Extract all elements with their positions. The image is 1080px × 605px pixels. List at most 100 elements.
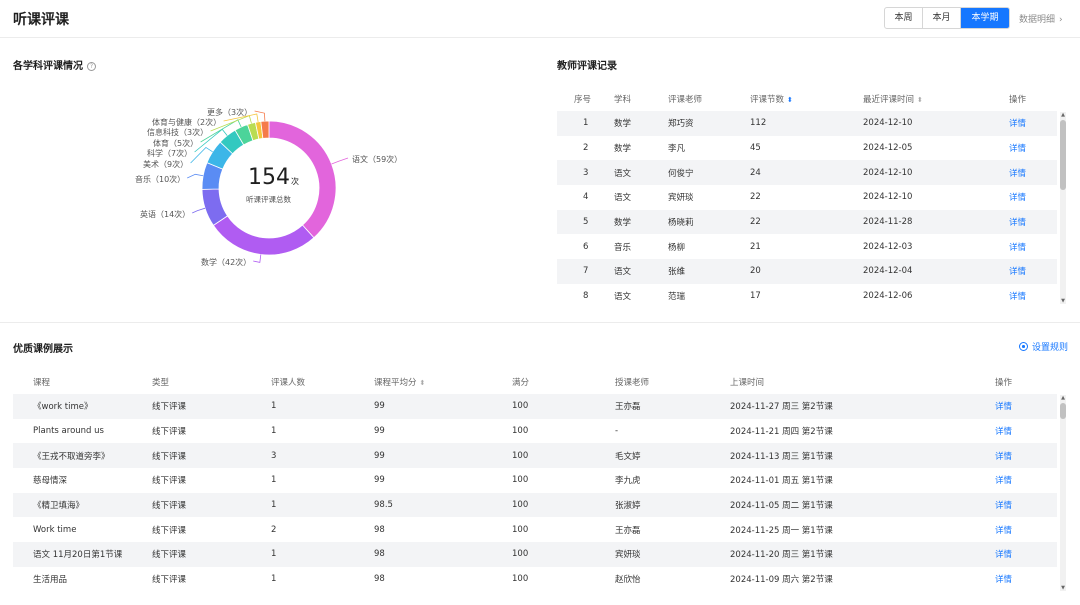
teacher-panel-title: 教师评课记录 [557,61,617,72]
donut-leader-line [192,207,206,214]
detail-link[interactable]: 详情 [1009,241,1057,253]
table-row: 慈母情深 线下评课 1 99 100 李九虎 2024-11-01 周五 第1节课 详情 [13,468,1057,493]
donut-leader-line [254,110,266,122]
sort-icon[interactable]: ⬍ [917,96,923,104]
scroll-up-icon[interactable]: ▲ [1059,395,1067,401]
detail-link[interactable]: 详情 [1009,290,1057,302]
detail-link[interactable]: 详情 [995,499,1055,511]
detail-link[interactable]: 详情 [995,450,1055,462]
teacher-col-header: 学科 [614,95,632,105]
donut-leader-line [187,173,204,179]
donut-leader-line [253,254,262,263]
table-cell: 7 [583,266,589,277]
table-cell: 20 [750,266,761,277]
course-col-header: 授课老师 [615,378,650,388]
table-cell: 宾妍琰 [668,193,694,204]
course-col-header[interactable]: 课程平均分 ⬍ [374,376,512,388]
donut-label: 科学（7次） [147,149,193,158]
table-cell: 99 [374,450,385,461]
teacher-col-header[interactable]: 评课节数 ⬍ [750,93,863,105]
table-cell: 112 [750,118,767,129]
table-cell: 李凡 [668,144,686,155]
table-cell: 100 [512,426,529,437]
table-row: 6 音乐 杨柳 21 2024-12-03 详情 [557,234,1057,259]
detail-link[interactable]: 详情 [1009,117,1057,129]
table-cell: 张淑婷 [615,501,641,512]
table-cell: 8 [583,291,589,302]
course-table-scrollbar[interactable]: ▲ ▼ [1060,395,1066,591]
table-cell: 语文 [614,193,632,204]
detail-link[interactable]: 详情 [995,425,1055,437]
donut-label: 语文（59次） [352,155,403,164]
course-col-header: 操作 [995,378,1013,388]
teacher-scroll-thumb[interactable] [1060,120,1066,190]
table-row: 《王戎不取道旁李》 线下评课 3 99 100 毛文婷 2024-11-13 周三 第1节课… [13,443,1057,469]
table-row: 《精卫填海》 线下评课 1 98.5 100 张淑婷 2024-11-05 周二 第1节课 详… [13,492,1057,518]
table-cell: 杨柳 [668,242,686,253]
table-cell: 线下评课 [152,550,187,561]
table-cell: 2024-11-13 周三 第1节课 [730,451,833,462]
detail-link[interactable]: 详情 [1009,142,1057,154]
teacher-col-header[interactable]: 最近评课时间 ⬍ [863,93,1009,105]
detail-link[interactable]: 详情 [1009,216,1057,228]
table-cell: 线下评课 [152,476,187,487]
course-table: 课程 类型 评课人数 课程平均分 ⬍ 满分 授课老师 上课时间 操作 《work time》 线下评… [13,370,1057,592]
detail-link[interactable]: 详情 [995,524,1055,536]
table-cell: 98 [374,549,385,560]
table-cell: 线下评课 [152,501,187,512]
table-row: Work time 线下评课 2 98 100 王亦磊 2024-11-25 周一 第1节课… [13,517,1057,542]
course-col-header: 上课时间 [730,378,765,388]
detail-link[interactable]: 详情 [1009,191,1057,203]
settings-gear-icon [1019,342,1028,351]
detail-link[interactable]: 详情 [995,400,1055,412]
table-cell: 线下评课 [152,451,187,462]
table-cell: 数学 [614,119,632,130]
table-cell: 线下评课 [152,525,187,536]
table-cell: 1 [271,401,277,412]
table-cell: 音乐 [614,242,632,253]
table-cell: 生活用品 [33,575,68,586]
course-scroll-thumb[interactable] [1060,403,1066,419]
detail-link[interactable]: 详情 [995,548,1055,560]
table-cell: 2024-11-09 周六 第2节课 [730,575,833,586]
teacher-col-header: 序号 [574,95,592,105]
table-cell: 22 [750,217,761,228]
table-cell: 数学 [614,218,632,229]
table-cell: 100 [512,549,529,560]
detail-link[interactable]: 详情 [995,474,1055,486]
table-cell: 线下评课 [152,427,187,438]
table-cell: 21 [750,241,761,252]
table-cell: 2024-12-10 [863,118,913,129]
table-cell: 2024-11-21 周四 第2节课 [730,427,833,438]
sort-icon[interactable]: ⬍ [420,379,426,387]
donut-label: 音乐（10次） [135,175,186,184]
table-cell: 98 [374,574,385,585]
scroll-down-icon[interactable]: ▼ [1059,585,1067,591]
table-cell: 王亦磊 [615,525,641,536]
table-cell: 1 [271,475,277,486]
donut-slice-1[interactable] [212,215,315,256]
donut-label: 体育与健康（2次） [152,118,222,127]
detail-link[interactable]: 详情 [995,573,1055,585]
table-cell: 2 [583,143,589,154]
scroll-down-icon[interactable]: ▼ [1059,298,1067,304]
table-cell: 张维 [668,267,686,278]
table-row: 语文 11月20日第1节课 线下评课 1 98 100 宾妍琰 2024-11-20 周三 … [13,542,1057,567]
scroll-up-icon[interactable]: ▲ [1059,112,1067,118]
detail-link[interactable]: 详情 [1009,265,1057,277]
donut-label: 美术（9次） [143,160,189,169]
table-row: Plants around us 线下评课 1 99 100 - 2024-11-21 周四… [13,419,1057,444]
table-cell: 98 [374,524,385,535]
table-cell: 1 [271,500,277,511]
table-cell: 2024-11-27 周三 第2节课 [730,402,833,413]
sort-icon[interactable]: ⬍ [787,96,793,104]
detail-link[interactable]: 详情 [1009,167,1057,179]
table-cell: 100 [512,500,529,511]
table-row: 1 数学 郑巧资 112 2024-12-10 详情 [557,111,1057,136]
table-cell: 范瑞 [668,292,686,303]
course-col-header: 评课人数 [271,378,306,388]
set-rules-link[interactable]: 设置规则 [1019,340,1068,353]
table-cell: 3 [583,167,589,178]
teacher-table-scrollbar[interactable]: ▲ ▼ [1060,112,1066,304]
table-cell: 赵欣怡 [615,575,641,586]
